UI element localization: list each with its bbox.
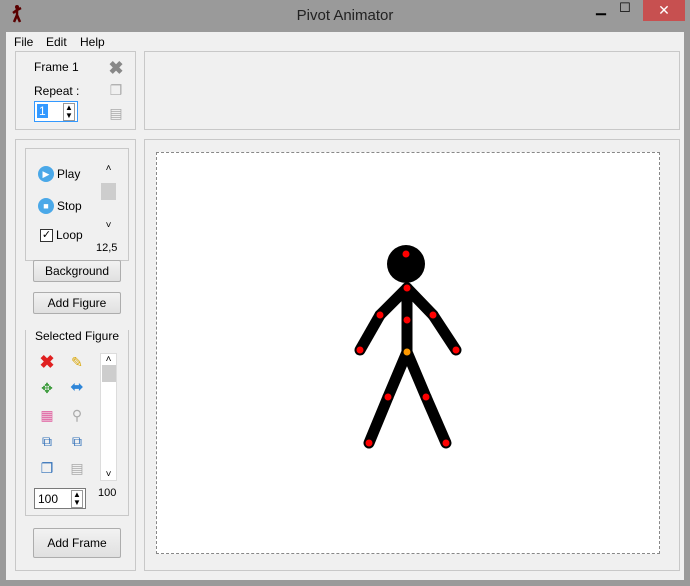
frame-label: Frame 1 [34,60,79,74]
repeat-label: Repeat : [34,84,80,98]
scale-value[interactable]: 100 [38,492,58,506]
play-label: Play [57,167,81,181]
canvas-panel [144,139,680,571]
slider-thumb[interactable] [101,183,116,200]
menu-bar: File Edit Help [6,32,684,50]
repeat-value[interactable]: 1 [37,104,48,118]
minimize-button[interactable]: ▁ [590,0,612,22]
title-bar: Pivot Animator ▁ ☐ ✕ [0,0,690,32]
loop-checkbox[interactable]: ✓ Loop [40,228,83,242]
repeat-spinner[interactable]: 1 ▲ ▼ [34,101,78,122]
background-button[interactable]: Background [33,260,121,282]
paste-figure-icon[interactable]: ▤ [68,459,86,477]
selected-figure-title: Selected Figure [26,329,128,343]
stop-icon: ■ [38,198,54,214]
timeline-panel [144,51,680,130]
flip-icon[interactable]: ⬌ [68,379,86,397]
copy-figure-icon[interactable]: ❐ [38,459,56,477]
menu-file[interactable]: File [14,35,33,49]
speed-value: 12,5 [96,242,118,254]
frame-panel: Frame 1 Repeat : 1 ▲ ▼ ✖ ❐ ▤ [15,51,136,130]
delete-figure-icon[interactable]: ✖ [38,353,56,371]
menu-help[interactable]: Help [80,35,105,49]
delete-frame-icon[interactable]: ✖ [107,59,125,77]
close-button[interactable]: ✕ [643,0,685,21]
stick-figure[interactable] [156,152,660,554]
joint-icon[interactable]: ⚲ [68,406,86,424]
bring-front-icon[interactable]: ⧉ [38,432,56,450]
shrink-icon[interactable]: ✥ [38,379,56,397]
add-frame-button[interactable]: Add Frame [33,528,121,558]
maximize-button[interactable]: ☐ [614,0,636,22]
window-title: Pivot Animator [296,7,394,24]
animation-canvas[interactable] [156,152,660,554]
menu-edit[interactable]: Edit [46,35,67,49]
send-back-icon[interactable]: ⧉ [68,432,86,450]
copy-frame-icon[interactable]: ❐ [107,81,125,99]
client-area: File Edit Help Frame 1 Repeat : 1 ▲ ▼ ✖ ❐… [6,32,684,580]
loop-label: Loop [56,228,83,242]
slider-value: 100 [98,487,117,499]
slider-thumb[interactable] [101,365,116,382]
stop-label: Stop [57,199,82,213]
play-icon: ▶ [38,166,54,182]
color-icon[interactable]: ▦ [38,406,56,424]
edit-figure-icon[interactable]: ✎ [68,353,86,371]
stop-button[interactable]: ■ Stop [38,198,82,214]
tools-panel: ▶ Play ■ Stop ✓ Loop ˄ ˅ 12,5 Background… [15,139,136,571]
playback-group: ▶ Play ■ Stop ✓ Loop ˄ ˅ 12,5 [25,148,129,261]
add-figure-button[interactable]: Add Figure [33,292,121,314]
speed-slider[interactable]: ˄ ˅ [100,163,117,243]
scale-spinner[interactable]: 100 ▲ ▼ [34,488,86,509]
play-button[interactable]: ▶ Play [38,166,80,182]
paste-frame-icon[interactable]: ▤ [107,104,125,122]
selected-figure-group: Selected Figure ✖ ✎ ✥ ⬌ ▦ ⚲ ⧉ ⧉ ❐ ▤ ˄ ˅ … [25,329,129,516]
figure-scale-slider[interactable]: ˄ ˅ [100,353,117,481]
spin-arrows[interactable]: ▲ ▼ [63,103,75,121]
checkbox-icon[interactable]: ✓ [40,228,53,242]
spin-arrows[interactable]: ▲ ▼ [71,490,83,508]
